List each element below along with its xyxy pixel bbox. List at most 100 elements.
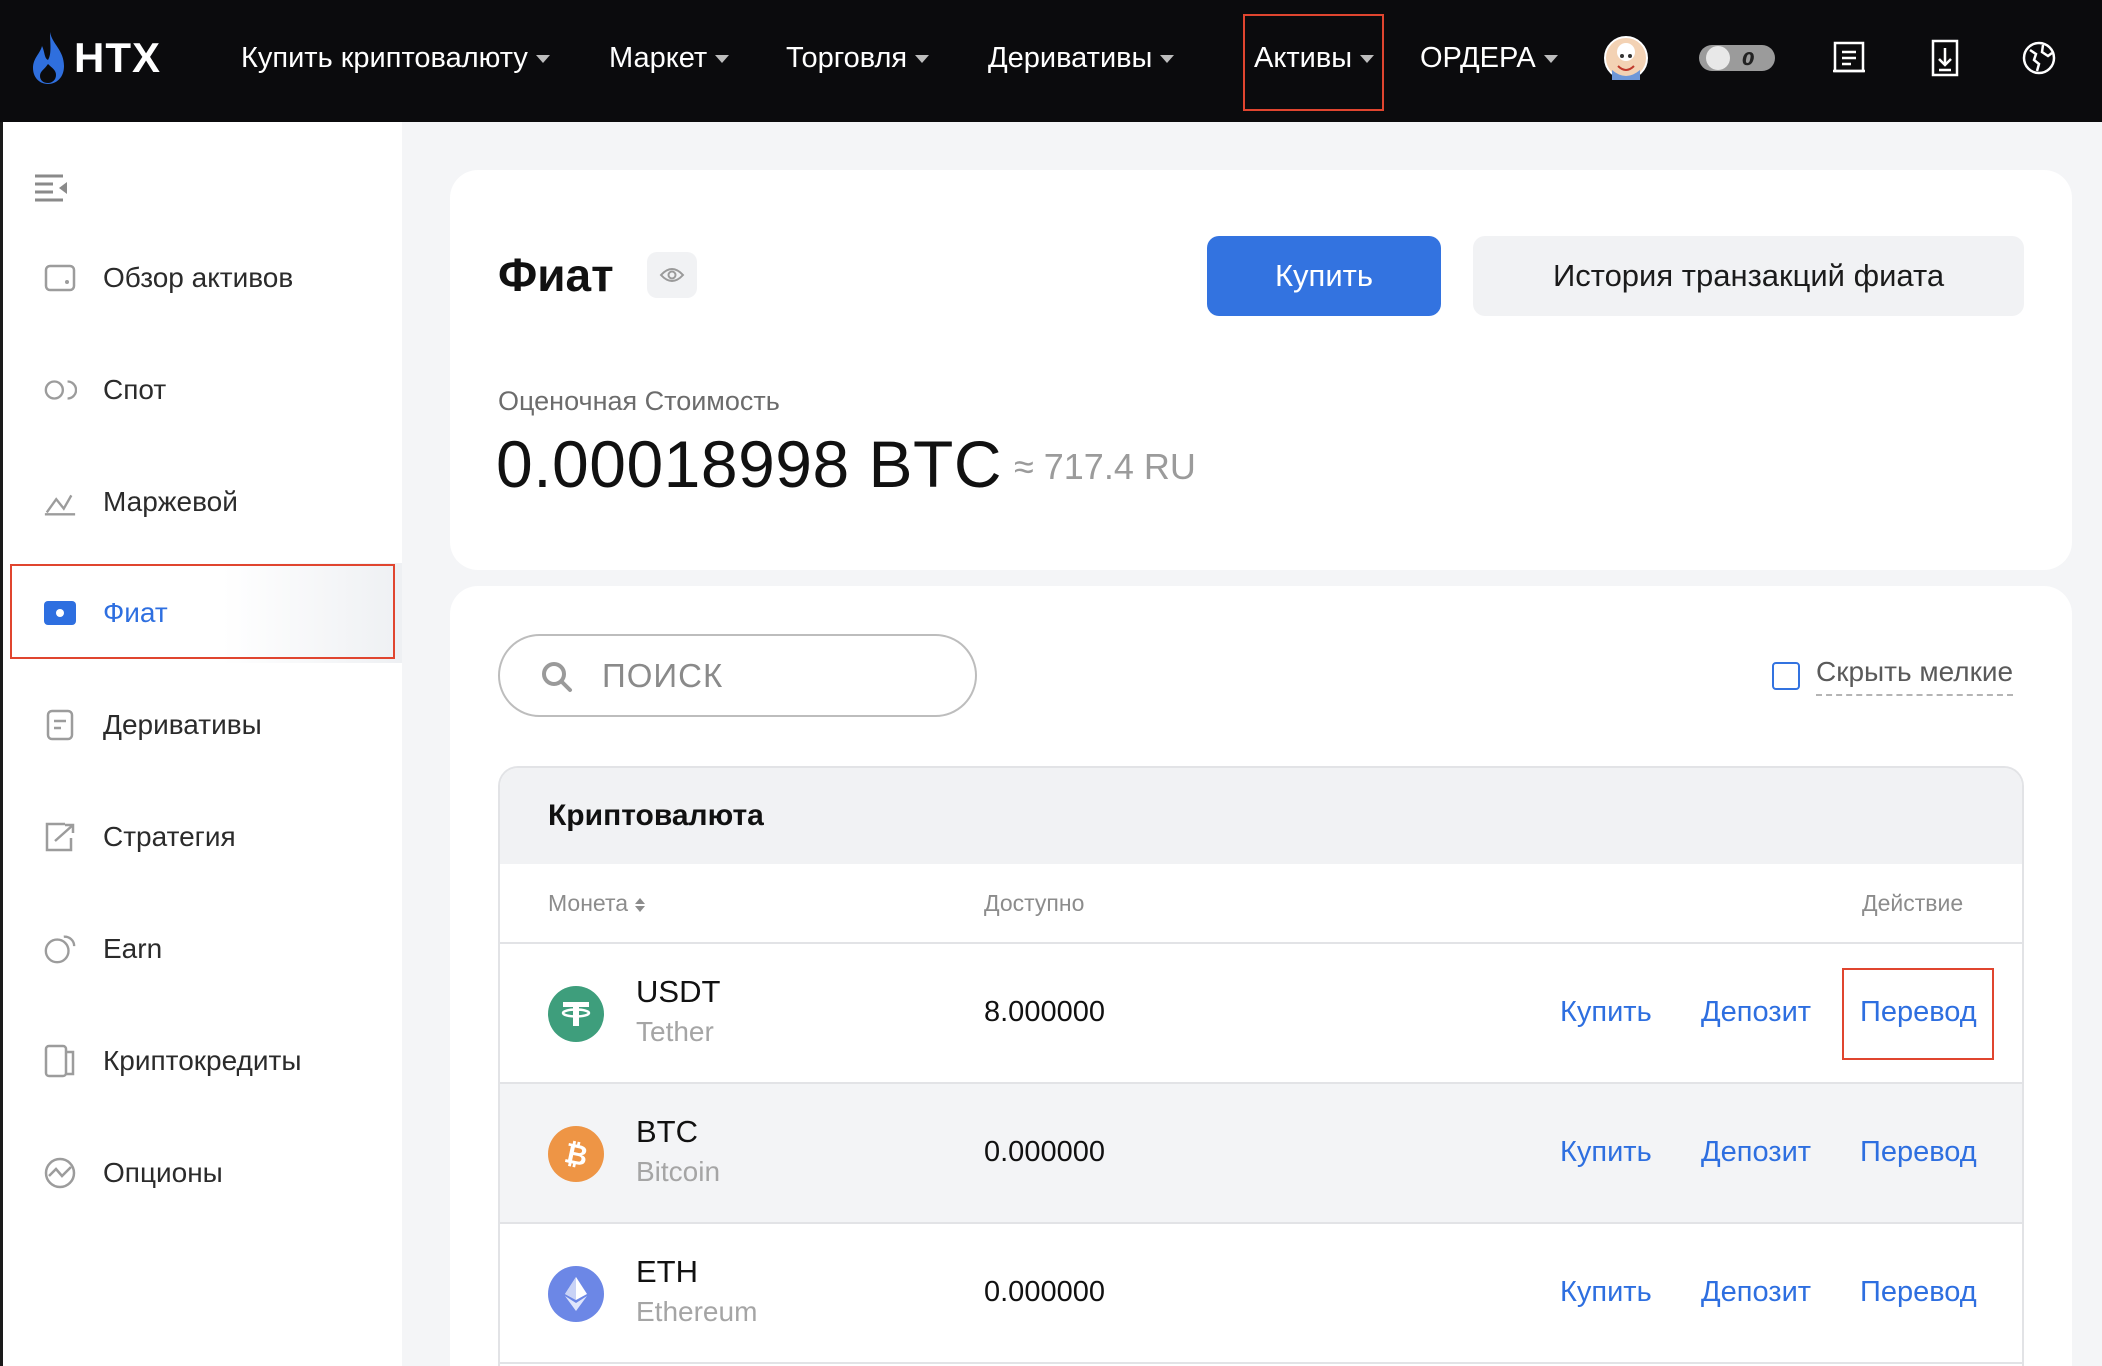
wallet-icon (43, 261, 77, 295)
sidebar-item-derivatives[interactable]: Деривативы (3, 675, 402, 775)
mode-toggle[interactable]: 0 (1697, 34, 1777, 82)
sidebar-item-options[interactable]: Опционы (3, 1123, 402, 1223)
caret-down-icon (915, 55, 930, 63)
deposit-link[interactable]: Депозит (1701, 1276, 1811, 1309)
hide-small-label: Скрыть мелкие (1816, 656, 2014, 696)
avatar[interactable] (1602, 34, 1650, 82)
sidebar-item-spot[interactable]: Спот (3, 340, 402, 440)
sidebar-item-label: Криптокредиты (103, 1045, 302, 1076)
strategy-icon (43, 820, 77, 854)
toggle-icon: 0 (1699, 45, 1775, 71)
estimated-value: 0.00018998 BTC (496, 427, 1003, 501)
toggle-visibility-button[interactable] (647, 252, 697, 298)
nav-market[interactable]: Маркет (609, 36, 730, 80)
crypto-table: Криптовалюта Монета Доступно Действие US… (498, 766, 2024, 1366)
estimated-value-label: Оценочная Стоимость (498, 386, 780, 416)
caret-down-icon (535, 55, 550, 63)
caret-down-icon (1543, 55, 1558, 63)
table-row: ETH Ethereum 0.000000 Купить Депозит Пер… (500, 1224, 2022, 1364)
sidebar-item-earn[interactable]: Earn (3, 899, 402, 999)
eye-icon (659, 268, 685, 282)
earn-icon (43, 932, 77, 966)
buy-button[interactable]: Купить (1207, 236, 1441, 316)
sidebar-item-strategy[interactable]: Стратегия (3, 787, 402, 887)
fiat-summary-card: Фиат Купить История транзакций фиата Оце… (450, 170, 2072, 570)
coin-available: 8.000000 (984, 996, 1105, 1028)
column-available-header: Доступно (984, 890, 1085, 916)
sidebar-item-label: Опционы (103, 1157, 223, 1188)
buy-link[interactable]: Купить (1560, 996, 1652, 1029)
hide-small-balances[interactable]: Скрыть мелкие (1772, 656, 2014, 696)
search-icon (542, 662, 572, 692)
column-label: Монета (548, 890, 629, 916)
margin-icon (43, 485, 77, 519)
nav-label: ОРДЕРА (1420, 41, 1536, 74)
sidebar-item-label: Спот (103, 374, 167, 405)
nav-label: Деривативы (988, 41, 1153, 74)
coin-name: Bitcoin (636, 1156, 721, 1187)
sidebar-item-label: Earn (103, 933, 163, 964)
section-title: Криптовалюта (500, 768, 2022, 864)
table-row: ₿ BTC Bitcoin 0.000000 Купить Депозит Пе… (500, 1084, 2022, 1224)
sidebar-item-margin[interactable]: Маржевой (3, 452, 402, 552)
sidebar-item-label: Маржевой (103, 486, 238, 517)
column-coin-header[interactable]: Монета (548, 890, 646, 917)
search-box[interactable] (498, 634, 977, 717)
table-row: USDT Tether 8.000000 Купить Депозит Пере… (500, 944, 2022, 1084)
htx-logo[interactable]: HTX (30, 26, 161, 90)
orders-glyph-icon (1833, 41, 1865, 73)
sidebar-item-label: Деривативы (103, 709, 262, 740)
sidebar-item-overview[interactable]: Обзор активов (3, 228, 402, 328)
collapse-sidebar-icon[interactable] (33, 170, 69, 206)
nav-orders[interactable]: ОРДЕРА (1420, 36, 1558, 80)
hide-small-checkbox[interactable] (1772, 662, 1800, 690)
toggle-value: 0 (1742, 49, 1755, 70)
coin-name: Tether (636, 1016, 714, 1047)
globe-icon (2022, 41, 2056, 75)
sidebar-item-label: Обзор активов (103, 262, 294, 293)
table-header: Монета Доступно Действие (500, 864, 2022, 944)
usdt-icon (548, 986, 604, 1042)
nav-label: Маркет (609, 41, 708, 74)
eth-icon (548, 1266, 604, 1322)
sort-icon (635, 897, 646, 912)
assets-highlight-box (1243, 14, 1384, 111)
coin-available: 0.000000 (984, 1276, 1105, 1308)
page-title: Фиат (498, 249, 614, 301)
caret-down-icon (1160, 55, 1175, 63)
coin-symbol: USDT (636, 974, 721, 1009)
nav-derivatives[interactable]: Деривативы (988, 36, 1175, 80)
coin-symbol: ETH (636, 1254, 698, 1289)
nav-buy-crypto[interactable]: Купить криптовалюту (241, 36, 550, 80)
sidebar-item-loans[interactable]: Криптокредиты (3, 1011, 402, 1111)
buy-link[interactable]: Купить (1560, 1276, 1652, 1309)
buy-link[interactable]: Купить (1560, 1136, 1652, 1169)
search-input[interactable] (602, 652, 952, 700)
logo-text: HTX (74, 34, 161, 81)
transfer-link[interactable]: Перевод (1860, 1136, 1977, 1169)
coin-available: 0.000000 (984, 1136, 1105, 1168)
coin-name: Ethereum (636, 1296, 758, 1327)
download-icon[interactable] (1921, 34, 1969, 82)
language-icon[interactable] (2015, 34, 2063, 82)
fiat-history-button[interactable]: История транзакций фиата (1473, 236, 2024, 316)
options-icon (43, 1156, 77, 1190)
column-action-header: Действие (1862, 890, 1964, 916)
orders-icon[interactable] (1825, 34, 1873, 82)
nav-label: Торговля (786, 41, 908, 74)
loans-icon (43, 1044, 77, 1078)
btc-icon: ₿ (548, 1126, 604, 1182)
asset-list-card: Скрыть мелкие Криптовалюта Монета Доступ… (450, 586, 2072, 1366)
coin-symbol: BTC (636, 1114, 698, 1149)
transfer-link[interactable]: Перевод (1860, 1276, 1977, 1309)
deposit-link[interactable]: Депозит (1701, 1136, 1811, 1169)
user-avatar-icon (1604, 36, 1648, 80)
top-navigation-bar: HTX Купить криптовалюту Маркет Торговля … (0, 0, 2102, 122)
nav-trade[interactable]: Торговля (786, 36, 930, 80)
spot-icon (43, 373, 77, 407)
download-glyph-icon (1931, 39, 1959, 77)
transfer-highlight-box (1842, 968, 1994, 1060)
sidebar: Обзор активов Спот Маржевой Фиат Дериват… (0, 122, 402, 1366)
deposit-link[interactable]: Депозит (1701, 996, 1811, 1029)
estimated-fiat-value: ≈ 717.4 RU (1014, 446, 1196, 487)
